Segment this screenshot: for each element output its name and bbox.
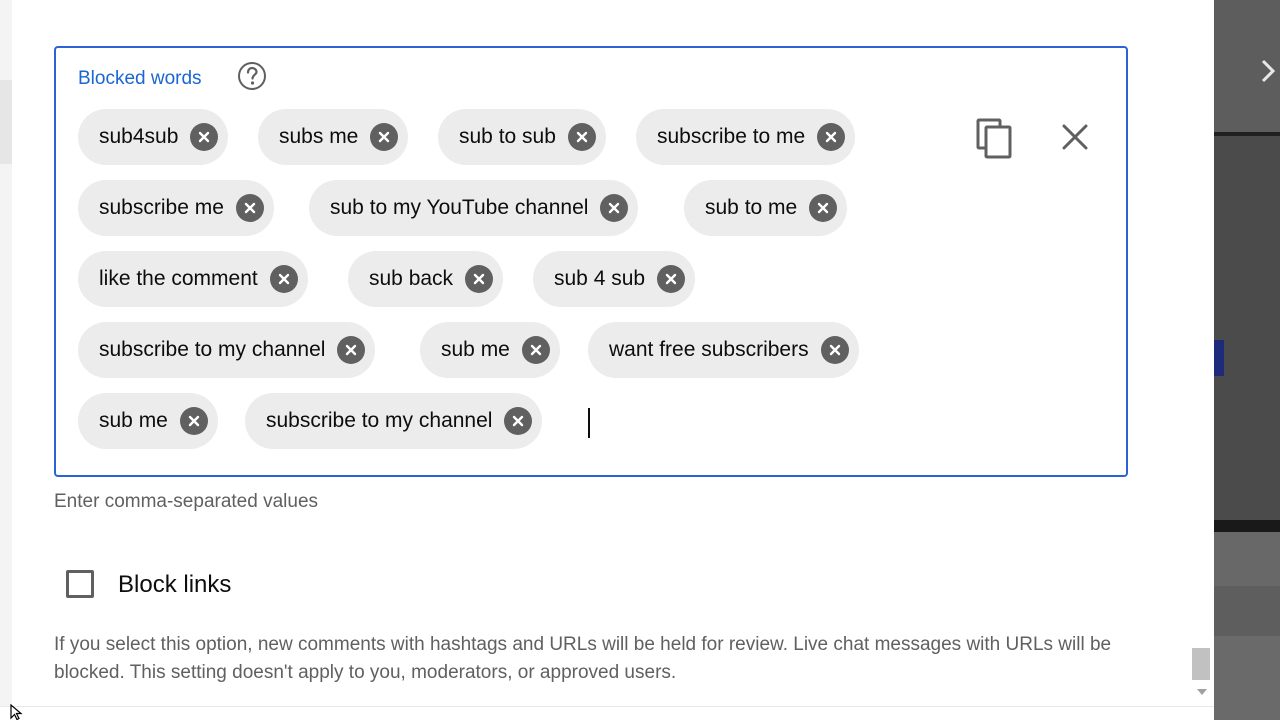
scroll-down-arrow-icon[interactable]	[1194, 684, 1210, 700]
help-circle-icon[interactable]	[236, 60, 268, 92]
scrollbar-track[interactable]	[1190, 0, 1214, 706]
chevron-right-icon[interactable]	[1258, 58, 1278, 84]
blocked-words-field[interactable]: Blocked words sub4sub subs me sub to sub su…	[54, 46, 1128, 477]
blocked-word-chip-label: subscribe to my channel	[99, 338, 326, 361]
cancel-circle-icon[interactable]	[504, 407, 533, 435]
blocked-word-chip-label: sub me	[99, 409, 168, 432]
blocked-word-chip-label: sub me	[441, 338, 510, 361]
blocked-word-chip-label: want free subscribers	[609, 338, 809, 361]
blocked-word-chip-label: subscribe to me	[657, 125, 806, 148]
blocked-word-chip[interactable]: like the comment	[78, 251, 308, 307]
blocked-word-chip[interactable]: subscribe to my channel	[245, 393, 543, 449]
panel-bottom-edge	[0, 706, 1214, 721]
background-video-edge	[1214, 520, 1280, 532]
block-links-label[interactable]: Block links	[118, 571, 231, 599]
blocked-word-chip-label: sub4sub	[99, 125, 179, 148]
blocked-word-chip[interactable]: sub me	[78, 393, 218, 449]
blocked-word-chip[interactable]: sub to my YouTube channel	[309, 180, 639, 236]
left-edge-strip	[0, 0, 12, 720]
cancel-circle-icon[interactable]	[465, 265, 494, 293]
cancel-circle-icon[interactable]	[190, 123, 219, 151]
blocked-words-hint: Enter comma-separated values	[54, 491, 319, 512]
text-caret	[588, 408, 590, 438]
background-video-area	[1214, 0, 1280, 720]
cancel-circle-icon[interactable]	[370, 123, 399, 151]
blocked-word-chip-label: subscribe to my channel	[266, 409, 493, 432]
block-links-description: If you select this option, new comments …	[54, 634, 1112, 683]
block-links-checkbox[interactable]	[66, 570, 94, 598]
left-edge-marker	[0, 80, 12, 164]
cancel-circle-icon[interactable]	[179, 407, 208, 435]
copy-icon[interactable]	[974, 118, 1016, 160]
close-icon[interactable]	[1058, 120, 1092, 154]
blocked-word-chip[interactable]: sub to sub	[438, 109, 606, 165]
blocked-word-chip-label: sub to sub	[459, 125, 556, 148]
blocked-word-chip[interactable]: sub me	[420, 322, 560, 378]
blocked-word-chip-label: sub 4 sub	[554, 267, 646, 290]
background-video-frame	[1214, 136, 1280, 532]
blocked-word-chip[interactable]: subs me	[258, 109, 409, 165]
background-middle	[1214, 532, 1280, 586]
cancel-circle-icon[interactable]	[600, 194, 629, 222]
background-lower	[1214, 586, 1280, 636]
blocked-word-chip[interactable]: subscribe to my channel	[78, 322, 376, 378]
background-video-detail	[1214, 340, 1224, 376]
cancel-circle-icon[interactable]	[809, 194, 838, 222]
mouse-cursor-icon	[10, 704, 23, 720]
cancel-circle-icon[interactable]	[817, 123, 846, 151]
cancel-circle-icon[interactable]	[337, 336, 366, 364]
cancel-circle-icon[interactable]	[521, 336, 550, 364]
blocked-word-chip-label: like the comment	[99, 267, 258, 290]
blocked-word-chip[interactable]: sub 4 sub	[533, 251, 696, 307]
cancel-circle-icon[interactable]	[820, 336, 849, 364]
blocked-word-chip-label: sub to me	[705, 196, 798, 219]
cancel-circle-icon[interactable]	[235, 194, 264, 222]
blocked-word-chip-label: subscribe me	[99, 196, 224, 219]
blocked-word-chip-label: sub to my YouTube channel	[330, 196, 589, 219]
blocked-word-chip[interactable]: subscribe to me	[636, 109, 856, 165]
blocked-word-chip-label: subs me	[279, 125, 359, 148]
cancel-circle-icon[interactable]	[567, 123, 596, 151]
blocked-word-chip[interactable]: subscribe me	[78, 180, 274, 236]
blocked-words-label: Blocked words	[78, 68, 202, 89]
blocked-word-chip[interactable]: want free subscribers	[588, 322, 859, 378]
cancel-circle-icon[interactable]	[269, 265, 298, 293]
blocked-word-chip[interactable]: sub4sub	[78, 109, 229, 165]
cancel-circle-icon[interactable]	[657, 265, 686, 293]
blocked-word-chip[interactable]: sub to me	[684, 180, 848, 236]
blocked-word-chip-label: sub back	[369, 267, 454, 290]
scrollbar-thumb[interactable]	[1192, 648, 1210, 680]
blocked-word-chip[interactable]: sub back	[348, 251, 504, 307]
